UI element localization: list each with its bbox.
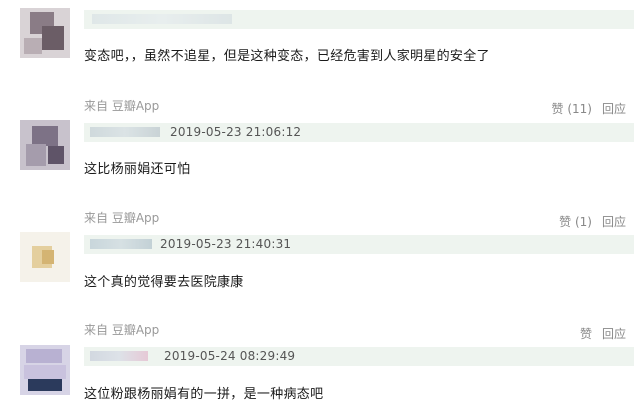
comment-text: 这个真的觉得要去医院康康 [84, 275, 244, 290]
avatar[interactable] [20, 232, 70, 282]
comment-header [84, 123, 634, 142]
comment-source: 来自 豆瓣App [84, 211, 160, 225]
avatar[interactable] [20, 120, 70, 170]
like-button[interactable]: 赞 (1) [559, 215, 592, 229]
comment-text: 变态吧，，虽然不追星，但是这种变态，已经危害到人家明星的安全了 [84, 49, 490, 64]
comment-actions: 赞 (1) 回应 [559, 213, 626, 230]
reply-button[interactable]: 回应 [602, 215, 626, 229]
comment-timestamp: 2019-05-23 21:06:12 [170, 125, 302, 139]
reply-button[interactable]: 回应 [602, 102, 626, 116]
reply-button[interactable]: 回应 [602, 327, 626, 341]
username[interactable] [90, 351, 148, 361]
comment-actions: 赞回应 [580, 325, 626, 342]
like-button[interactable]: 赞 (11) [552, 102, 592, 116]
comment-actions: 赞 (11) 回应 [552, 100, 626, 117]
username[interactable] [90, 239, 152, 249]
comment-timestamp: 2019-05-24 08:29:49 [164, 349, 296, 363]
comment-text: 这位粉跟杨丽娟有的一拼，是一种病态吧 [84, 387, 324, 402]
comment-text: 这比杨丽娟还可怕 [84, 162, 191, 177]
comment-source: 来自 豆瓣App [84, 99, 160, 113]
comment-source: 来自 豆瓣App [84, 323, 160, 337]
avatar[interactable] [20, 8, 70, 58]
username[interactable] [92, 14, 232, 24]
like-button[interactable]: 赞 [580, 327, 592, 341]
username[interactable] [90, 127, 160, 137]
avatar[interactable] [20, 345, 70, 395]
comment-timestamp: 2019-05-23 21:40:31 [160, 237, 292, 251]
